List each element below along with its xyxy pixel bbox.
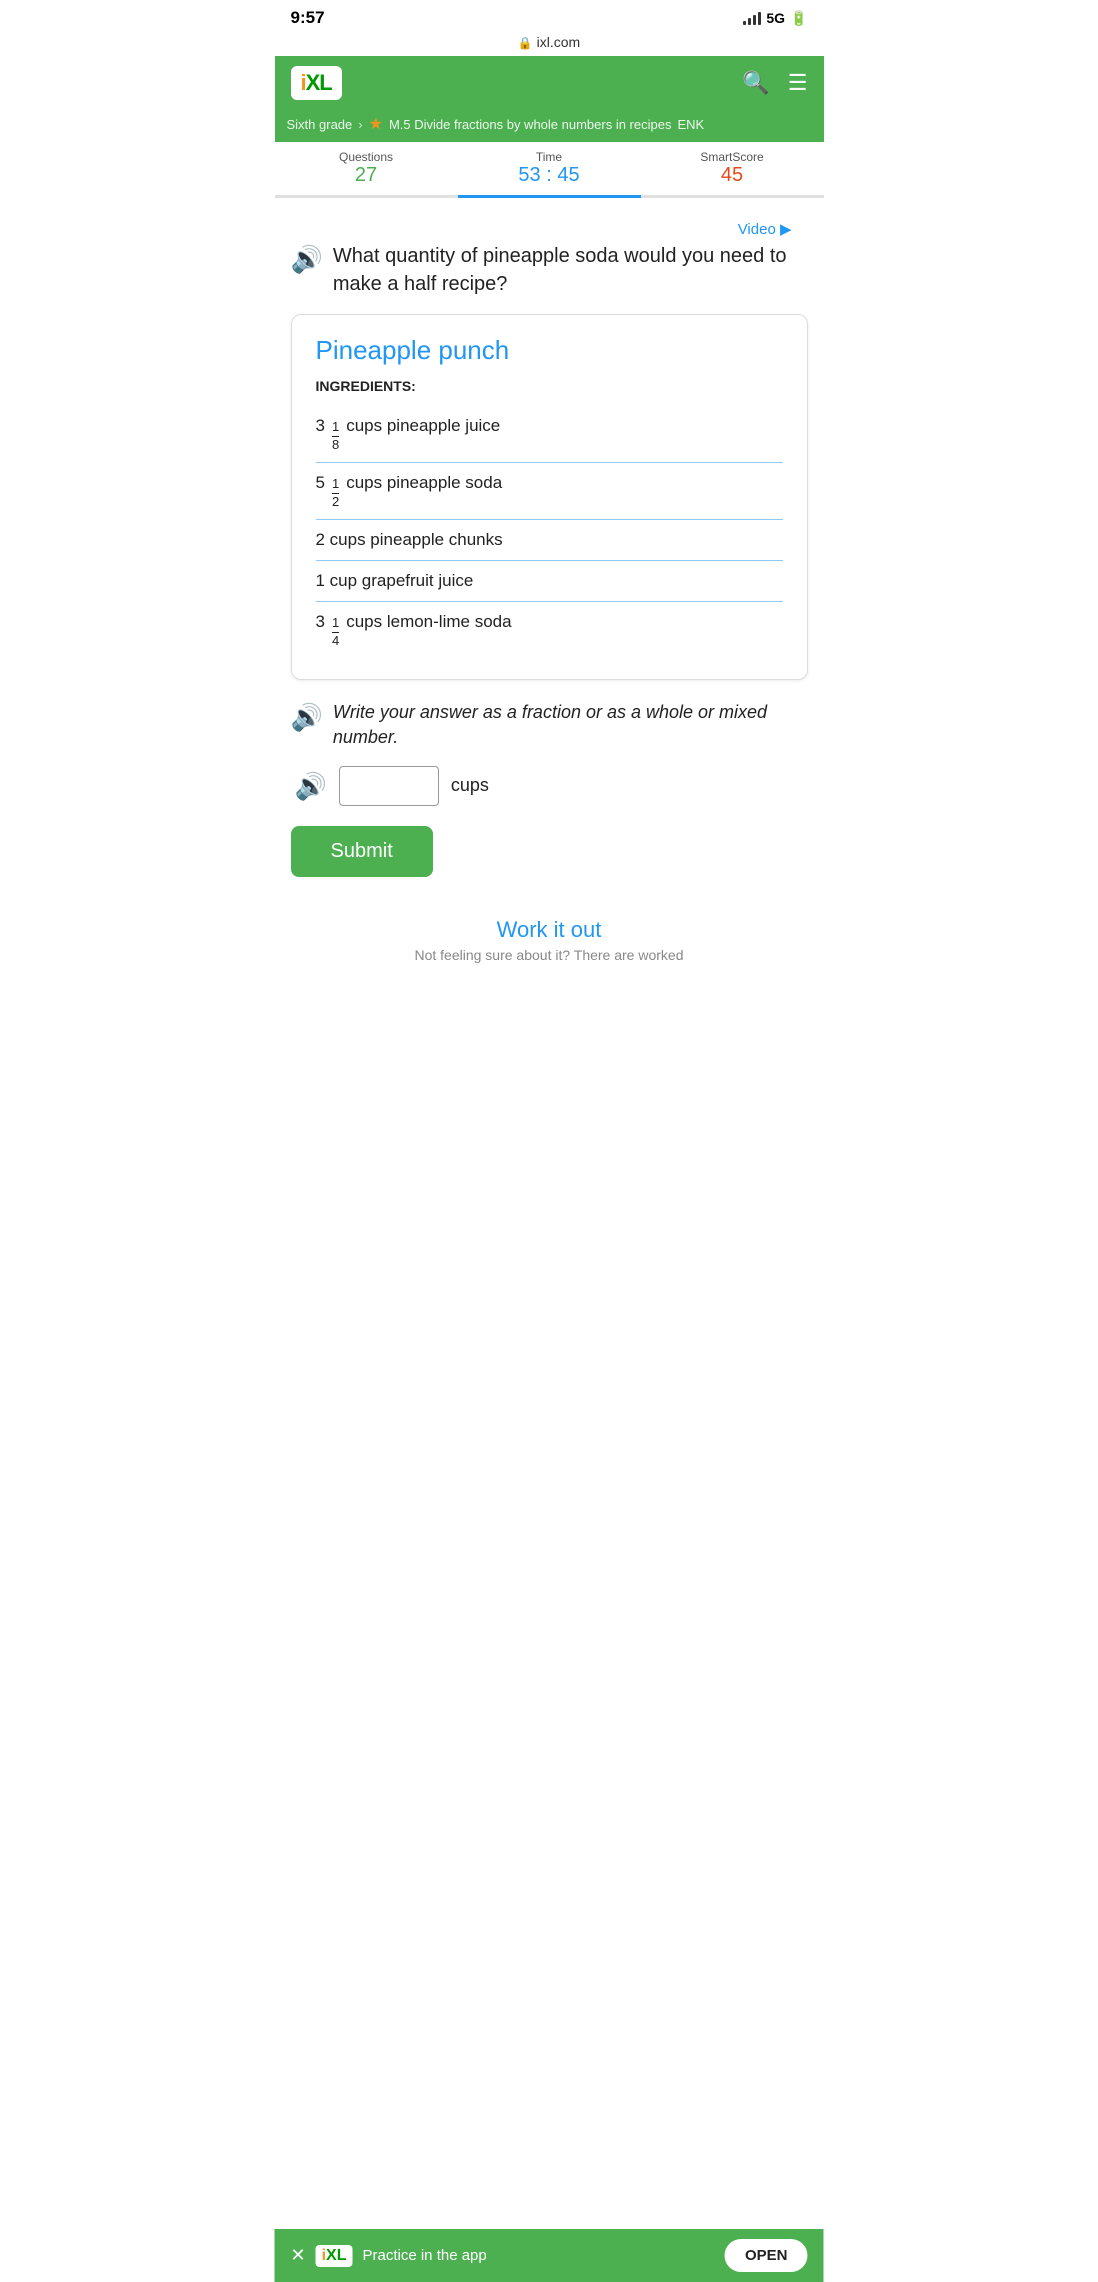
list-item: 3 1 4 cups lemon-lime soda (316, 602, 783, 658)
smartscore-label: SmartScore (645, 150, 820, 164)
instruction-speaker-icon[interactable]: 🔊 (291, 702, 323, 733)
ingredients-label: INGREDIENTS: (316, 378, 783, 394)
list-item: 1 cup grapefruit juice (316, 561, 783, 602)
status-icons: 5G 🔋 (743, 10, 807, 27)
list-item: 5 1 2 cups pineapple soda (316, 463, 783, 520)
signal-icon (743, 11, 761, 25)
breadcrumb-chevron: › (358, 117, 362, 132)
smartscore-stat: SmartScore 45 (641, 142, 824, 198)
fraction-display: 1 4 (332, 615, 339, 648)
battery-icon: 🔋 (790, 10, 807, 27)
bottom-bar-left: ✕ iXL Practice in the app (291, 2245, 487, 2267)
ingredient-whole: 1 cup grapefruit juice (316, 571, 474, 591)
list-item: 3 1 8 cups pineapple juice (316, 406, 783, 463)
questions-label: Questions (279, 150, 454, 164)
ingredient-whole: 3 (316, 612, 325, 632)
time-value: 53 : 45 (462, 164, 637, 187)
recipe-title: Pineapple punch (316, 335, 783, 366)
lock-icon: 🔒 (518, 36, 533, 50)
breadcrumb-star: ★ (369, 114, 383, 134)
recipe-card: Pineapple punch INGREDIENTS: 3 1 8 cups … (291, 314, 808, 680)
work-it-out-sub: Not feeling sure about it? There are wor… (291, 947, 808, 963)
work-it-out-section: Work it out Not feeling sure about it? T… (291, 917, 808, 983)
input-row: 🔊 cups (291, 766, 808, 806)
close-ad-button[interactable]: ✕ (291, 2245, 306, 2266)
status-time: 9:57 (291, 8, 325, 28)
fraction-display: 1 8 (332, 419, 339, 452)
breadcrumb: Sixth grade › ★ M.5 Divide fractions by … (275, 110, 824, 142)
input-speaker-icon[interactable]: 🔊 (295, 771, 327, 802)
ingredient-text: cups pineapple soda (346, 473, 502, 493)
header-icons: 🔍 ☰ (742, 70, 807, 96)
questions-value: 27 (279, 164, 454, 187)
menu-icon[interactable]: ☰ (788, 70, 808, 96)
open-app-button[interactable]: OPEN (725, 2239, 808, 2272)
ixl-logo[interactable]: iXL (291, 66, 342, 100)
bottom-ixl-logo: iXL (316, 2245, 353, 2267)
question-text: What quantity of pineapple soda would yo… (333, 242, 808, 298)
question-row: 🔊 What quantity of pineapple soda would … (291, 242, 808, 298)
fraction-display: 1 2 (332, 476, 339, 509)
answer-instruction: Write your answer as a fraction or as a … (333, 700, 808, 750)
cups-label: cups (451, 775, 489, 796)
submit-button[interactable]: Submit (291, 826, 433, 877)
ingredient-text: cups pineapple juice (346, 416, 500, 436)
lesson-title: M.5 Divide fractions by whole numbers in… (389, 117, 672, 132)
app-promo-text: Practice in the app (363, 2247, 487, 2264)
network-type: 5G (766, 10, 785, 26)
search-icon[interactable]: 🔍 (742, 70, 769, 96)
url-text: ixl.com (537, 34, 581, 50)
ingredient-whole: 5 (316, 473, 325, 493)
time-stat: Time 53 : 45 (458, 142, 641, 198)
question-speaker-icon[interactable]: 🔊 (291, 244, 323, 275)
list-item: 2 cups pineapple chunks (316, 520, 783, 561)
lesson-code: ENK (677, 117, 704, 132)
ingredient-whole: 3 (316, 416, 325, 436)
status-bar: 9:57 5G 🔋 (275, 0, 824, 32)
ingredient-whole: 2 cups pineapple chunks (316, 530, 503, 550)
stats-bar: Questions 27 Time 53 : 45 SmartScore 45 (275, 142, 824, 198)
video-link[interactable]: Video ▶ (291, 210, 808, 242)
ingredient-text: cups lemon-lime soda (346, 612, 511, 632)
grade-link[interactable]: Sixth grade (287, 117, 353, 132)
url-bar: 🔒 ixl.com (275, 32, 824, 56)
main-content: Video ▶ 🔊 What quantity of pineapple sod… (275, 198, 824, 995)
answer-input[interactable] (339, 766, 439, 806)
time-label: Time (462, 150, 637, 164)
header: iXL 🔍 ☰ (275, 56, 824, 110)
bottom-ad-bar: ✕ iXL Practice in the app OPEN (275, 2229, 824, 2282)
questions-stat: Questions 27 (275, 142, 458, 198)
answer-instruction-row: 🔊 Write your answer as a fraction or as … (291, 700, 808, 750)
smartscore-value: 45 (645, 164, 820, 187)
work-it-out-link[interactable]: Work it out (291, 917, 808, 943)
